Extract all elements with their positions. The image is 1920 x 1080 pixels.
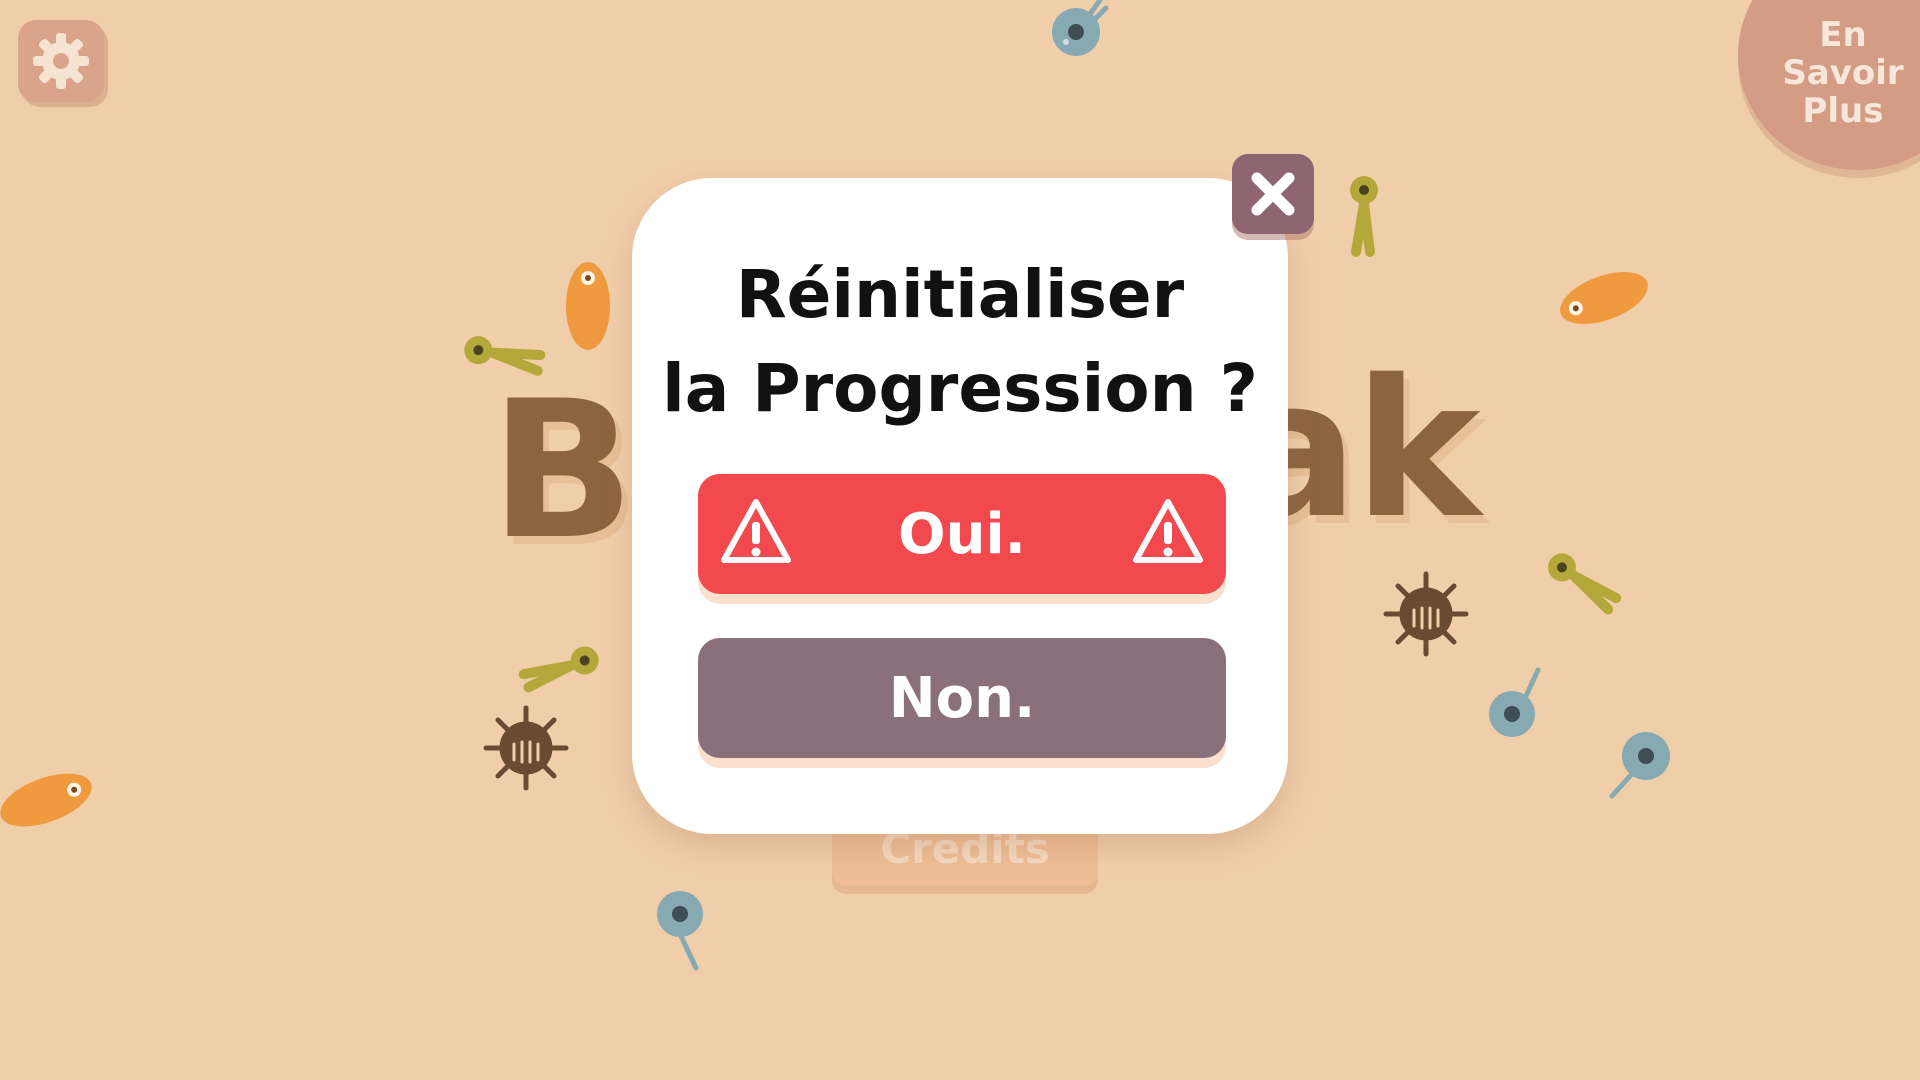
warning-triangle-icon [1133,499,1203,563]
reset-progress-dialog: Réinitialiser la Progression ? Oui. Non. [632,178,1288,834]
brown-spiky-creature-icon [483,705,569,791]
orange-creature-icon [566,262,610,350]
confirm-label: Oui. [898,501,1026,567]
dialog-title: Réinitialiser la Progression ? [662,256,1258,427]
brown-spiky-creature-icon [1383,571,1469,657]
blue-creature-icon [1609,732,1670,799]
blue-creature-icon [657,891,703,971]
cancel-reset-button[interactable]: Non. [698,638,1226,758]
orange-creature-icon [1560,272,1648,324]
green-creature-icon [518,646,599,693]
confirm-reset-button[interactable]: Oui. [698,474,1226,594]
blue-creature-icon [1489,667,1541,737]
orange-creature-icon [0,773,92,827]
warning-triangle-icon [721,499,791,563]
green-creature-icon [1547,553,1622,615]
cancel-label: Non. [888,665,1036,731]
close-icon [1251,172,1295,216]
blue-creature-icon [1052,0,1109,56]
close-dialog-button[interactable] [1232,154,1314,234]
green-creature-icon [1350,176,1378,257]
